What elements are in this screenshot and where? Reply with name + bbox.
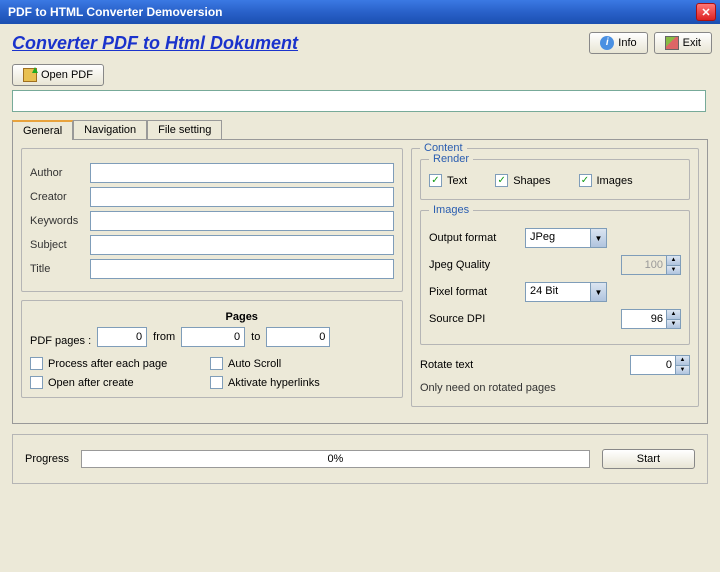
info-icon: i — [600, 36, 614, 50]
images-group: Images Output format JPeg ▼ Jpeg Quality — [420, 210, 690, 345]
exit-button[interactable]: Exit — [654, 32, 712, 54]
pdf-pages-label: PDF pages : — [30, 335, 91, 347]
open-pdf-button[interactable]: Open PDF — [12, 64, 104, 86]
output-format-combo[interactable]: JPeg ▼ — [525, 228, 607, 248]
output-format-label: Output format — [429, 232, 525, 244]
folder-open-icon — [23, 68, 37, 82]
close-button[interactable]: ✕ — [696, 3, 716, 21]
content-group: Content Render ✓Text ✓Shapes ✓Images Ima… — [411, 148, 699, 407]
creator-input[interactable] — [90, 187, 394, 207]
subject-label: Subject — [30, 239, 90, 251]
tab-file-setting[interactable]: File setting — [147, 120, 222, 139]
from-label: from — [153, 331, 175, 343]
exit-icon — [665, 36, 679, 50]
render-text-checkbox[interactable]: ✓ — [429, 174, 442, 187]
chevron-down-icon: ▼ — [590, 229, 606, 247]
progress-bar: 0% — [81, 450, 590, 468]
render-shapes-checkbox[interactable]: ✓ — [495, 174, 508, 187]
creator-label: Creator — [30, 191, 90, 203]
pages-group: PDF pages : Pages from to — [21, 300, 403, 398]
info-button[interactable]: i Info — [589, 32, 647, 54]
pixel-format-label: Pixel format — [429, 286, 525, 298]
tab-navigation[interactable]: Navigation — [73, 120, 147, 139]
tab-general[interactable]: General — [12, 120, 73, 140]
rotate-text-spinner[interactable]: ▲▼ — [630, 355, 690, 375]
source-dpi-label: Source DPI — [429, 313, 525, 325]
activate-links-label: Aktivate hyperlinks — [228, 377, 320, 389]
pdf-path-input[interactable] — [12, 90, 706, 112]
source-dpi-value[interactable] — [622, 310, 666, 328]
titlebar: PDF to HTML Converter Demoversion ✕ — [0, 0, 720, 24]
render-text-label: Text — [447, 175, 467, 187]
from-input[interactable] — [181, 327, 245, 347]
auto-scroll-checkbox[interactable] — [210, 357, 223, 370]
process-each-checkbox[interactable] — [30, 357, 43, 370]
tab-panel-general: Author Creator Keywords Subject Title PD… — [12, 139, 708, 424]
rotate-note: Only need on rotated pages — [420, 382, 690, 394]
start-button[interactable]: Start — [602, 449, 695, 469]
progress-group: Progress 0% Start — [12, 434, 708, 484]
pixel-format-value: 24 Bit — [526, 283, 590, 301]
jpeg-quality-label: Jpeg Quality — [429, 259, 525, 271]
pixel-format-combo[interactable]: 24 Bit ▼ — [525, 282, 607, 302]
title-label: Title — [30, 263, 90, 275]
pages-heading: Pages — [226, 311, 258, 323]
render-group: Render ✓Text ✓Shapes ✓Images — [420, 159, 690, 200]
render-shapes-label: Shapes — [513, 175, 550, 187]
chevron-down-icon: ▼ — [590, 283, 606, 301]
process-each-label: Process after each page — [48, 358, 167, 370]
window-title: PDF to HTML Converter Demoversion — [8, 5, 696, 19]
activate-links-checkbox[interactable] — [210, 376, 223, 389]
to-label: to — [251, 331, 260, 343]
render-images-label: Images — [597, 175, 633, 187]
tab-strip: General Navigation File setting — [8, 120, 712, 139]
output-format-value: JPeg — [526, 229, 590, 247]
keywords-label: Keywords — [30, 215, 90, 227]
author-label: Author — [30, 167, 90, 179]
source-dpi-spinner[interactable]: ▲▼ — [621, 309, 681, 329]
images-group-title: Images — [429, 204, 473, 216]
page-title: Converter PDF to Html Dokument — [8, 33, 583, 54]
info-label: Info — [618, 37, 636, 49]
chevron-down-icon[interactable]: ▼ — [667, 265, 680, 275]
to-input[interactable] — [266, 327, 330, 347]
subject-input[interactable] — [90, 235, 394, 255]
render-images-checkbox[interactable]: ✓ — [579, 174, 592, 187]
progress-label: Progress — [25, 453, 69, 465]
exit-label: Exit — [683, 37, 701, 49]
chevron-down-icon[interactable]: ▼ — [667, 319, 680, 329]
open-pdf-label: Open PDF — [41, 69, 93, 81]
open-after-label: Open after create — [48, 377, 134, 389]
open-after-checkbox[interactable] — [30, 376, 43, 389]
rotate-text-value[interactable] — [631, 356, 675, 374]
jpeg-quality-value — [622, 256, 666, 274]
rotate-text-label: Rotate text — [420, 359, 516, 371]
pdf-pages-value[interactable] — [97, 327, 147, 347]
chevron-up-icon[interactable]: ▲ — [667, 256, 680, 265]
author-input[interactable] — [90, 163, 394, 183]
chevron-up-icon[interactable]: ▲ — [676, 356, 689, 365]
chevron-up-icon[interactable]: ▲ — [667, 310, 680, 319]
render-group-title: Render — [429, 153, 473, 165]
jpeg-quality-spinner[interactable]: ▲▼ — [621, 255, 681, 275]
keywords-input[interactable] — [90, 211, 394, 231]
chevron-down-icon[interactable]: ▼ — [676, 365, 689, 375]
metadata-group: Author Creator Keywords Subject Title — [21, 148, 403, 292]
title-input[interactable] — [90, 259, 394, 279]
auto-scroll-label: Auto Scroll — [228, 358, 281, 370]
